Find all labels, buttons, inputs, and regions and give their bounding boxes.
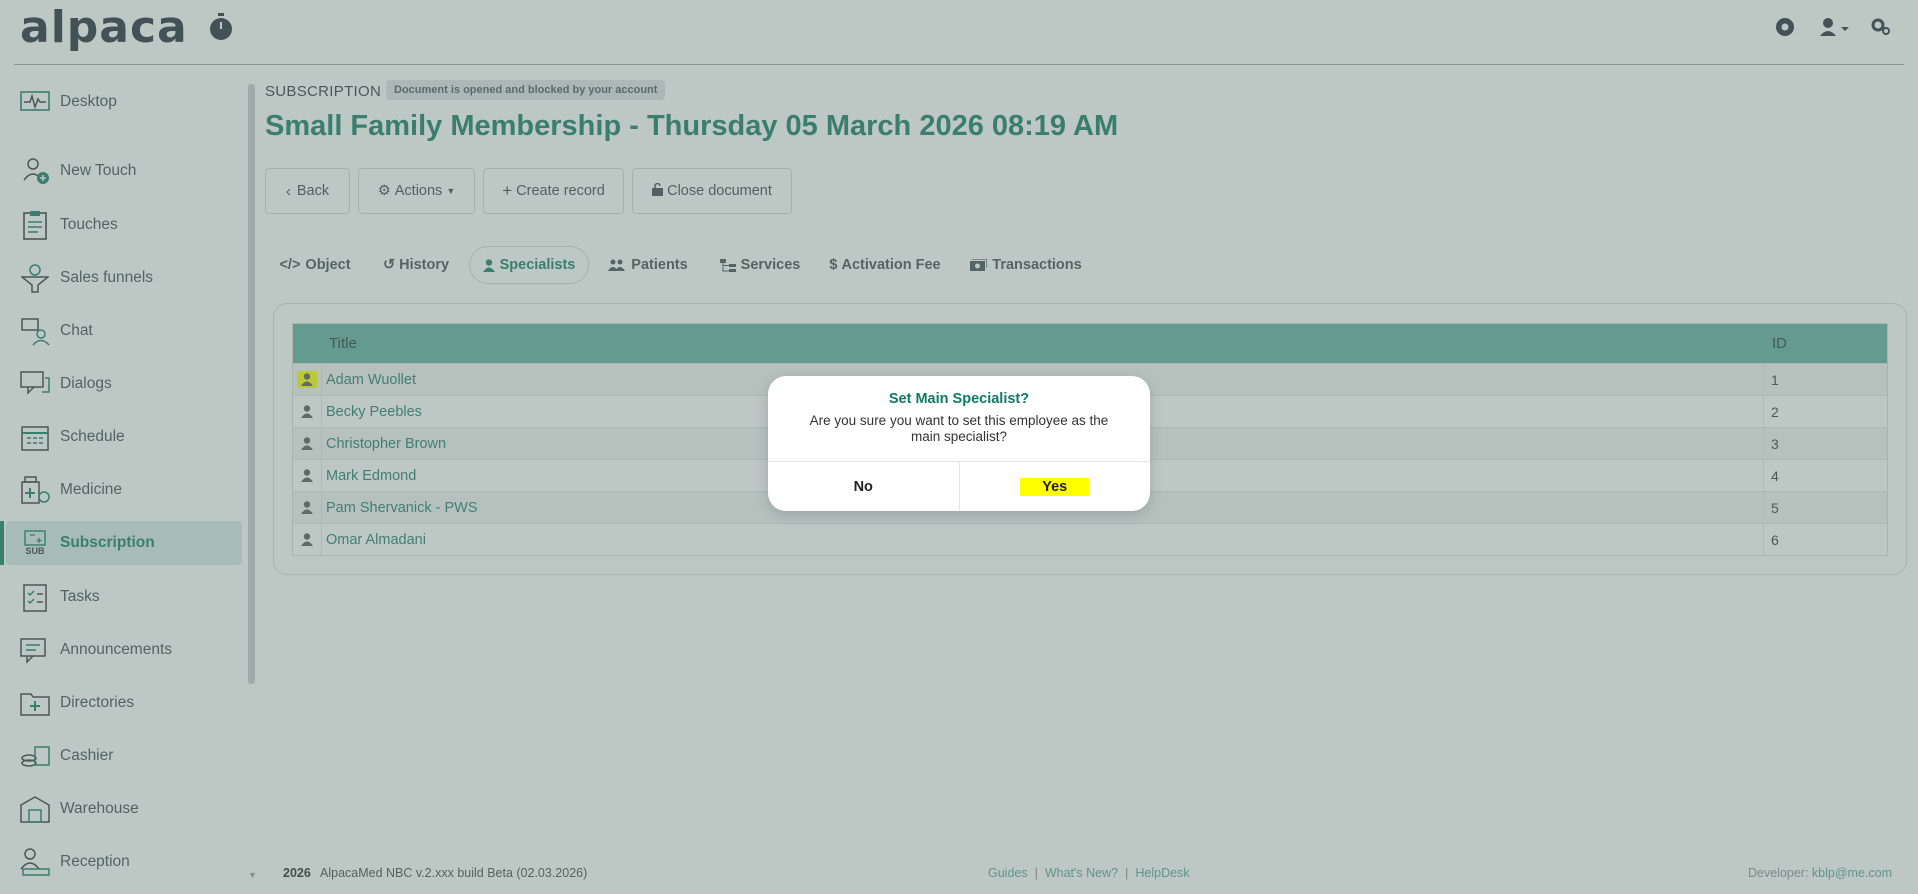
dialog-title: Set Main Specialist? <box>888 391 1030 407</box>
yes-button-label: Yes <box>1020 478 1090 496</box>
no-button[interactable]: No <box>768 462 960 511</box>
dialog-actions: No Yes <box>768 461 1150 511</box>
confirm-dialog: Set Main Specialist? Are you sure you wa… <box>768 376 1150 511</box>
yes-button[interactable]: Yes <box>960 462 1151 511</box>
no-button-label: No <box>853 479 873 495</box>
dialog-message: Are you sure you want to set this employ… <box>809 413 1109 444</box>
